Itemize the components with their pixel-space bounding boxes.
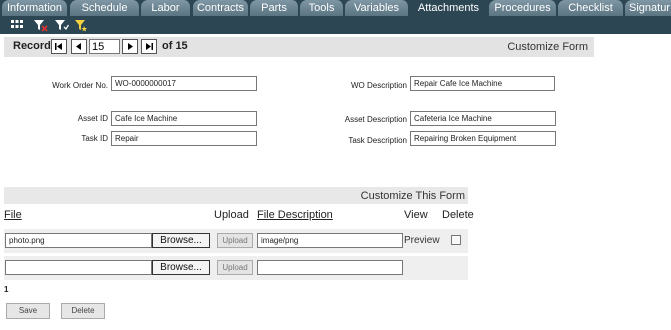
browse-button[interactable]: Browse... bbox=[152, 233, 210, 248]
task-id-label: Task ID bbox=[81, 134, 108, 143]
upload-button[interactable]: Upload bbox=[217, 233, 253, 248]
upload-button[interactable]: Upload bbox=[217, 260, 253, 275]
delete-checkbox[interactable] bbox=[451, 235, 461, 245]
record-navigation-bar: Record: of 15 Customize Form bbox=[4, 37, 594, 57]
tab-tools[interactable]: Tools bbox=[300, 0, 344, 16]
attachments-header: Customize This Form bbox=[4, 187, 468, 204]
record-total: of 15 bbox=[162, 40, 188, 52]
record-label: Record: bbox=[13, 40, 55, 52]
file-description-input[interactable]: image/png bbox=[257, 233, 403, 248]
wo-description-field[interactable]: Repair Cafe Ice Machine bbox=[410, 76, 555, 91]
task-description-label: Task Description bbox=[348, 136, 407, 145]
tab-signature[interactable]: Signatur bbox=[625, 0, 671, 16]
asset-description-label: Asset Description bbox=[344, 115, 407, 124]
attachment-count: 1 bbox=[4, 285, 9, 294]
tab-parts[interactable]: Parts bbox=[250, 0, 299, 16]
preview-link[interactable]: Preview bbox=[404, 235, 440, 246]
task-id-field[interactable]: Repair bbox=[111, 131, 257, 146]
task-description-field[interactable]: Repairing Broken Equipment bbox=[410, 131, 556, 146]
tab-variables[interactable]: Variables bbox=[345, 0, 409, 16]
column-header-file-description[interactable]: File Description bbox=[257, 209, 333, 221]
customize-form-link[interactable]: Customize Form bbox=[507, 41, 588, 53]
filter-apply-icon[interactable] bbox=[73, 18, 89, 32]
last-record-button[interactable] bbox=[141, 39, 157, 54]
tab-attachments[interactable]: Attachments bbox=[410, 0, 488, 16]
file-description-input[interactable] bbox=[257, 260, 403, 275]
first-record-button[interactable] bbox=[51, 39, 67, 54]
next-record-button[interactable] bbox=[122, 39, 138, 54]
toolbar bbox=[0, 16, 671, 34]
column-header-view: View bbox=[404, 209, 428, 221]
tab-contracts[interactable]: Contracts bbox=[193, 0, 249, 16]
tab-checklist[interactable]: Checklist bbox=[558, 0, 624, 16]
previous-record-button[interactable] bbox=[71, 39, 87, 54]
tab-procedures[interactable]: Procedures bbox=[489, 0, 557, 16]
column-header-upload: Upload bbox=[214, 209, 249, 221]
column-header-delete: Delete bbox=[442, 209, 474, 221]
grid-icon[interactable] bbox=[9, 18, 25, 32]
column-header-file[interactable]: File bbox=[4, 209, 22, 221]
browse-button[interactable]: Browse... bbox=[152, 260, 210, 275]
wo-description-label: WO Description bbox=[350, 81, 407, 90]
save-button[interactable]: Save bbox=[6, 303, 50, 319]
work-order-number-field[interactable]: WO-0000000017 bbox=[111, 76, 257, 91]
asset-id-label: Asset ID bbox=[77, 114, 108, 123]
filter-clear-icon[interactable] bbox=[32, 18, 48, 32]
file-path-input[interactable] bbox=[5, 260, 152, 275]
asset-id-field[interactable]: Cafe Ice Machine bbox=[111, 111, 257, 126]
customize-this-form-link[interactable]: Customize This Form bbox=[361, 190, 465, 202]
tab-bar: Information Schedule Labor Contracts Par… bbox=[0, 0, 671, 16]
tab-schedule[interactable]: Schedule bbox=[70, 0, 140, 16]
tab-information[interactable]: Information bbox=[2, 0, 68, 16]
filter-icon[interactable] bbox=[53, 18, 70, 32]
delete-button[interactable]: Delete bbox=[61, 303, 105, 319]
tab-labor[interactable]: Labor bbox=[141, 0, 191, 16]
work-order-number-label: Work Order No. bbox=[52, 81, 108, 90]
file-path-input[interactable]: photo.png bbox=[5, 233, 152, 248]
asset-description-field[interactable]: Cafeteria Ice Machine bbox=[410, 111, 556, 126]
record-number-input[interactable] bbox=[89, 39, 120, 54]
